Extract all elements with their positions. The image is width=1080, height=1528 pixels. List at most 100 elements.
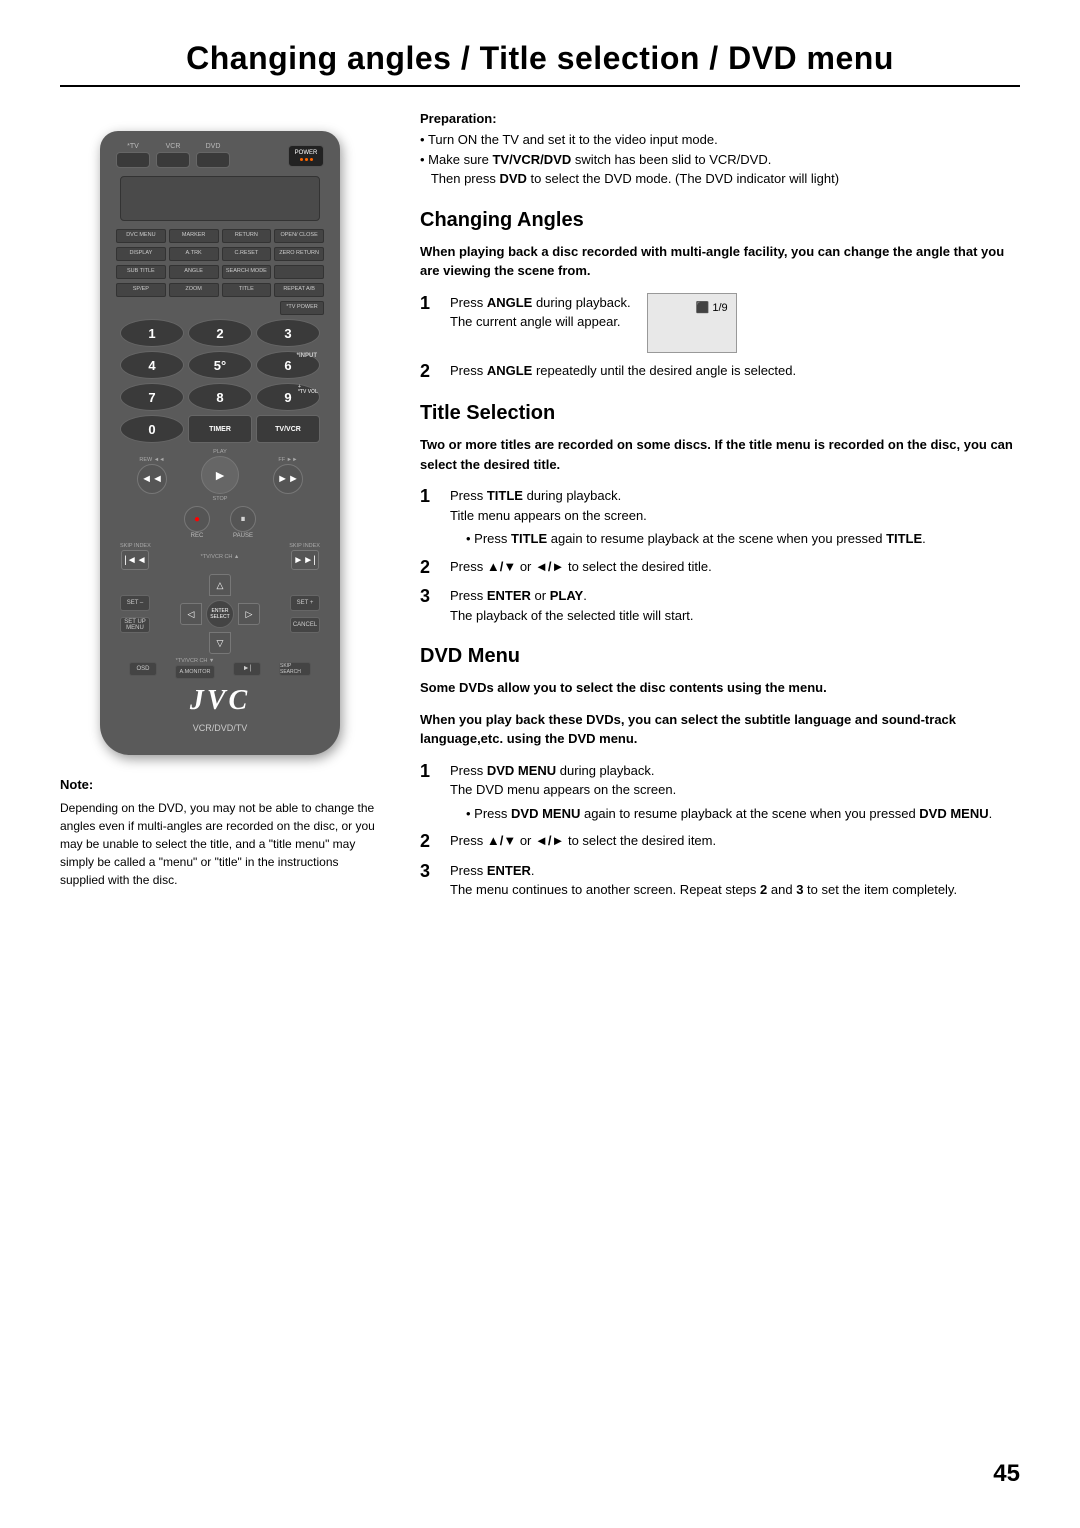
title-btn[interactable]: TITLE [222, 283, 272, 297]
rew-btn[interactable]: ◄◄ [137, 464, 167, 494]
title-selection-title: Title Selection [420, 402, 1020, 425]
btn-9[interactable]: 9 +*TV VOL [256, 383, 320, 411]
function-buttons-row2: DISPLAY A.TRK C.RESET ZERO RETURN [116, 247, 324, 261]
btn-5[interactable]: 5° [188, 351, 252, 379]
angle-btn[interactable]: ANGLE [169, 265, 219, 279]
title-step1-sub: Press TITLE again to resume playback at … [450, 529, 1020, 549]
marker-btn[interactable]: MARKER [169, 229, 219, 243]
dpad-down[interactable]: ▽ [209, 632, 231, 654]
repeat-ab-btn[interactable]: REPEAT A/B [274, 283, 324, 297]
changing-angles-title: Changing Angles [420, 209, 1020, 232]
subtitle-btn[interactable]: SUB TITLE [116, 265, 166, 279]
power-indicator [300, 158, 313, 161]
step1-content: Press ANGLE during playback. The current… [450, 293, 1020, 353]
main-layout: *TV VCR DVD [60, 111, 1020, 908]
dvd-step1-content: Press DVD MENU during playback. The DVD … [450, 761, 1020, 824]
return-btn[interactable]: RETURN [222, 229, 272, 243]
title-step3-content: Press ENTER or PLAY. The playback of the… [450, 586, 1020, 625]
set-minus-btn[interactable]: SET – [120, 595, 150, 611]
dpad-up[interactable]: △ [209, 574, 231, 596]
osd-btn[interactable]: OSD [129, 662, 157, 676]
skip-fwd-btn[interactable]: ►►| [291, 550, 319, 570]
title-rule [60, 85, 1020, 87]
page-container: Changing angles / Title selection / DVD … [0, 0, 1080, 1528]
vcr-mode-btn[interactable] [156, 152, 190, 168]
play-btn[interactable]: ► [201, 456, 239, 494]
sp-ep-btn[interactable]: SP/EP [116, 283, 166, 297]
creset-btn[interactable]: C.RESET [222, 247, 272, 261]
changing-angles-step2: 2 Press ANGLE repeatedly until the desir… [420, 361, 1020, 383]
title-selection-desc: Two or more titles are recorded on some … [420, 435, 1020, 474]
dvd-mode-btn[interactable] [196, 152, 230, 168]
skip-back-btn[interactable]: |◄◄ [121, 550, 149, 570]
step-num-2: 2 [420, 361, 444, 383]
btn-6[interactable]: 6 *INPUT [256, 351, 320, 379]
mode-buttons: *TV VCR DVD [116, 143, 230, 168]
btn-3[interactable]: 3 [256, 319, 320, 347]
remote-control: *TV VCR DVD [100, 131, 340, 755]
spacer1 [274, 265, 324, 279]
dpad-right[interactable]: ▷ [238, 603, 260, 625]
dpad: △ ◁ ENTERSELECT ▷ ▽ [180, 574, 260, 654]
dvd-step3: 3 Press ENTER. The menu continues to ano… [420, 861, 1020, 900]
setup-menu-btn[interactable]: SET UP MENU [120, 617, 150, 633]
cancel-btn[interactable]: CANCEL [290, 617, 320, 633]
enter-select-btn[interactable]: ENTERSELECT [206, 600, 234, 628]
preparation-section: Preparation: Turn ON the TV and set it t… [420, 111, 1020, 189]
dvd-mode-col: DVD [196, 143, 230, 168]
btn-0[interactable]: 0 [120, 415, 184, 443]
title-step-num-1: 1 [420, 486, 444, 508]
btn-2[interactable]: 2 [188, 319, 252, 347]
atrk-btn[interactable]: A.TRK [169, 247, 219, 261]
rec-label: REC [191, 533, 204, 539]
page-title: Changing angles / Title selection / DVD … [60, 40, 1020, 77]
btn-1[interactable]: 1 [120, 319, 184, 347]
btn-7[interactable]: 7 [120, 383, 184, 411]
angle-display-box: ⬛ 1/9 [647, 293, 737, 353]
number-pad: 1 2 3 4 5° 6 *INPUT 7 8 9 +*TV VOL [120, 319, 320, 411]
changing-angles-section: Changing Angles When playing back a disc… [420, 209, 1020, 383]
zoom-btn[interactable]: ZOOM [169, 283, 219, 297]
dvd-step1-sub: Press DVD MENU again to resume playback … [450, 804, 1020, 824]
power-button[interactable]: POWER [288, 145, 324, 167]
title-step2-content: Press ▲/▼ or ◄/► to select the desired t… [450, 557, 1020, 577]
dpad-left-btns: SET – SET UP MENU [120, 595, 150, 633]
ff-btn[interactable]: ►► [273, 464, 303, 494]
tv-power-small-btn[interactable]: *TV POWER [280, 301, 324, 315]
model-label: VCR/DVD/TV [112, 723, 328, 733]
display-btn[interactable]: DISPLAY [116, 247, 166, 261]
dvd-step-num-1: 1 [420, 761, 444, 783]
search-mode-btn[interactable]: SEARCH MODE [222, 265, 272, 279]
open-close-btn[interactable]: OPEN/ CLOSE [274, 229, 324, 243]
dvd-step-num-2: 2 [420, 831, 444, 853]
zero-return-btn[interactable]: ZERO RETURN [274, 247, 324, 261]
note-text: Depending on the DVD, you may not be abl… [60, 799, 380, 889]
btn-8[interactable]: 8 [188, 383, 252, 411]
timer-btn[interactable]: TIMER [188, 415, 252, 443]
dvd-menu-title: DVD Menu [420, 645, 1020, 668]
slow-btn[interactable]: ►| [233, 662, 261, 676]
dpad-left[interactable]: ◁ [180, 603, 202, 625]
jvc-logo: JVC [112, 685, 328, 717]
preparation-list: Turn ON the TV and set it to the video i… [420, 130, 1020, 189]
skip-search-btn[interactable]: SKIP SEARCH [279, 662, 311, 676]
step1-text: Press ANGLE during playback. The current… [450, 293, 631, 332]
prep-item-1: Turn ON the TV and set it to the video i… [420, 130, 1020, 150]
set-plus-btn[interactable]: SET + [290, 595, 320, 611]
pause-btn[interactable]: ⏸ [230, 506, 256, 532]
right-column: Preparation: Turn ON the TV and set it t… [420, 111, 1020, 908]
remote-top: *TV VCR DVD [112, 143, 328, 168]
dpad-right-btns: SET + CANCEL [290, 595, 320, 633]
dvc-menu-btn[interactable]: DVC MENU [116, 229, 166, 243]
monitor-btn[interactable]: A.MONITOR [175, 665, 215, 679]
title-step2: 2 Press ▲/▼ or ◄/► to select the desired… [420, 557, 1020, 579]
dvd-step2: 2 Press ▲/▼ or ◄/► to select the desired… [420, 831, 1020, 853]
tv-mode-btn[interactable] [116, 152, 150, 168]
rec-btn[interactable]: ● [184, 506, 210, 532]
btn-4[interactable]: 4 [120, 351, 184, 379]
dvd-step3-content: Press ENTER. The menu continues to anoth… [450, 861, 1020, 900]
function-buttons-row3: SUB TITLE ANGLE SEARCH MODE [116, 265, 324, 279]
preparation-title: Preparation: [420, 111, 1020, 126]
step2-content: Press ANGLE repeatedly until the desired… [450, 361, 1020, 381]
tv-vcr-btn[interactable]: TV/VCR [256, 415, 320, 443]
